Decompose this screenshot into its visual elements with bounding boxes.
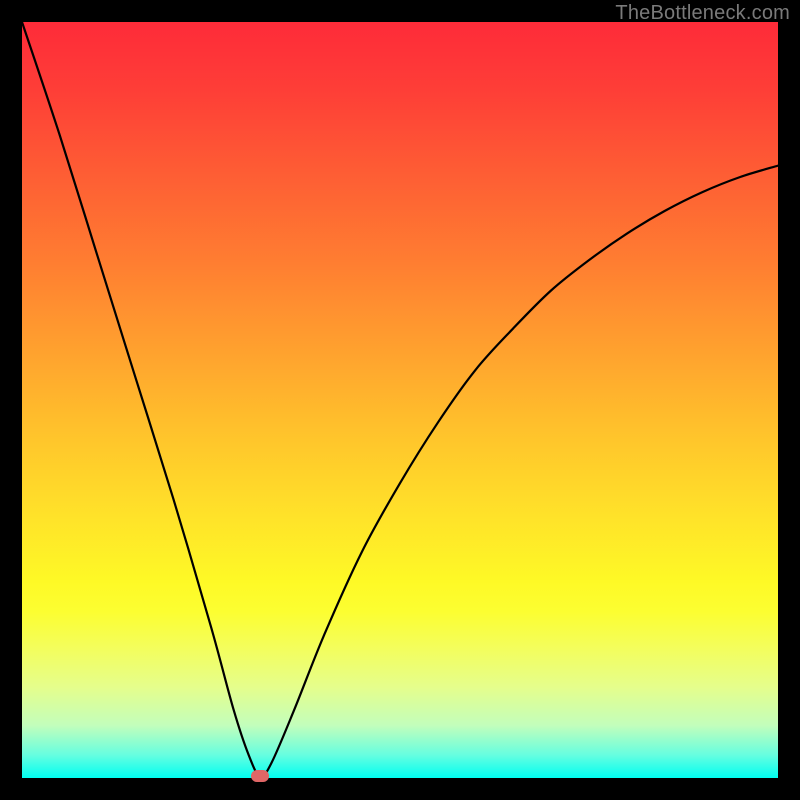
chart-plot-area: [22, 22, 778, 778]
watermark-text: TheBottleneck.com: [615, 2, 790, 25]
bottleneck-curve: [22, 22, 778, 778]
optimal-point-marker: [251, 770, 269, 782]
